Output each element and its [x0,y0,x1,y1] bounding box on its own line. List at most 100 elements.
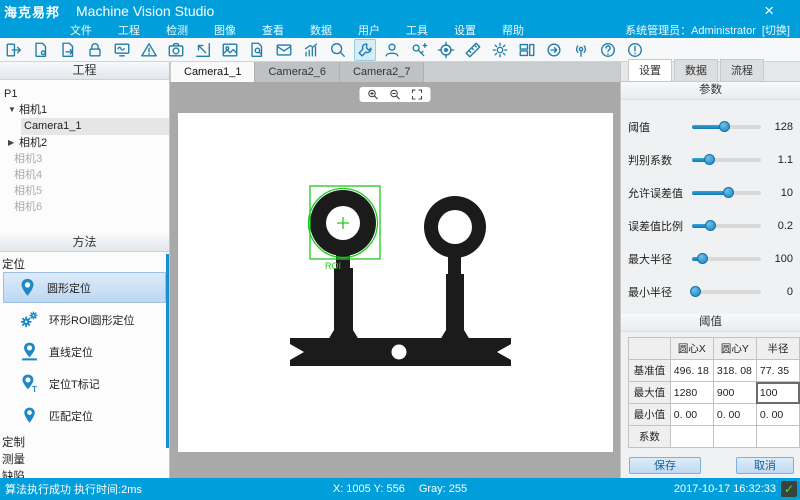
monitor-wave-icon[interactable] [111,39,133,61]
tree-item-camera1-1[interactable]: Camera1_1 [0,118,169,135]
lock-icon[interactable] [84,39,106,61]
method-ring-roi-circle-locate[interactable]: 环形ROI圆形定位 [3,304,166,335]
menu-file[interactable]: 文件 [70,22,92,38]
method-category-defect[interactable]: 缺陷 [0,466,169,478]
slider-thumb[interactable] [723,187,734,198]
exit-icon[interactable] [3,39,25,61]
cancel-button[interactable]: 取消 [736,457,794,474]
current-user-label: 系统管理员：Administrator [625,22,756,38]
doc-search-icon[interactable] [246,39,268,61]
tree-item-camera-group-2[interactable]: ▶相机2 [0,135,169,151]
menu-data[interactable]: 数据 [310,22,332,38]
menu-settings[interactable]: 设置 [454,22,476,38]
cell-min-r[interactable]: 0. 00 [756,404,799,426]
expand-arrow-icon[interactable]: ▼ [8,102,19,118]
tree-item-camera-group-1[interactable]: ▼相机1 [0,102,169,118]
max-radius-slider[interactable] [692,257,761,261]
search-icon[interactable] [327,39,349,61]
save-button[interactable]: 保存 [629,457,701,474]
method-match-locate[interactable]: 匹配定位 [3,400,166,431]
zoom-in-icon[interactable] [367,88,380,101]
slider-thumb[interactable] [704,154,715,165]
user-icon[interactable] [381,39,403,61]
cell-coeff-x[interactable] [670,426,713,448]
tab-settings[interactable]: 设置 [628,59,672,81]
tab-camera1-1[interactable]: Camera1_1 [171,62,255,82]
cell-base-r[interactable]: 77. 35 [756,360,799,382]
tree-item-camera-group-6[interactable]: 相机6 [0,199,169,215]
doc-export-icon[interactable] [57,39,79,61]
params-header: 参数 [621,82,800,100]
cell-coeff-y[interactable] [713,426,756,448]
gear-icon[interactable] [489,39,511,61]
cell-min-y[interactable]: 0. 00 [713,404,756,426]
cell-max-r[interactable]: 100 [756,382,799,404]
image-icon[interactable] [219,39,241,61]
alert-icon[interactable] [624,39,646,61]
error-ratio-slider[interactable] [692,224,761,228]
table-row-base: 基准值 496. 18 318. 08 77. 35 [629,360,800,382]
method-category-locate[interactable]: 定位 [0,254,169,271]
camera-icon[interactable] [165,39,187,61]
method-category-measure[interactable]: 测量 [0,449,169,466]
import-icon[interactable] [192,39,214,61]
slider-thumb[interactable] [697,253,708,264]
menu-tools[interactable]: 工具 [406,22,428,38]
cell-min-x[interactable]: 0. 00 [670,404,713,426]
panels-icon[interactable] [516,39,538,61]
tree-item-camera-group-3[interactable]: 相机3 [0,151,169,167]
min-radius-slider[interactable] [692,290,761,294]
tree-item-p1[interactable]: P1 [0,86,169,102]
broadcast-icon[interactable] [570,39,592,61]
cell-coeff-r[interactable] [756,426,799,448]
discriminant-slider[interactable] [692,158,761,162]
slider-thumb[interactable] [690,286,701,297]
menu-image[interactable]: 图像 [214,22,236,38]
method-locate-t-mark[interactable]: T定位T标记 [3,368,166,399]
wrench-icon[interactable] [354,39,376,61]
tab-camera2-6[interactable]: Camera2_6 [255,62,339,82]
fit-icon[interactable] [411,88,424,101]
tab-camera2-7[interactable]: Camera2_7 [340,62,424,82]
collapse-arrow-icon[interactable]: ▶ [8,135,19,151]
method-line-locate[interactable]: 直线定位 [3,336,166,367]
cell-base-x[interactable]: 496. 18 [670,360,713,382]
allowed-error-slider[interactable] [692,191,761,195]
slider-thumb[interactable] [705,220,716,231]
close-icon[interactable]: × [764,0,774,22]
zoom-out-icon[interactable] [389,88,402,101]
project-tree: P1 ▼相机1 Camera1_1 ▶相机2 相机3 相机4 相机5 相机6 [0,80,169,234]
threshold-slider[interactable] [692,125,761,129]
image-viewer[interactable]: ROI [170,82,620,478]
tree-item-camera-group-5[interactable]: 相机5 [0,183,169,199]
menu-user[interactable]: 用户 [358,22,380,38]
key-add-icon[interactable] [408,39,430,61]
switch-user-link[interactable]: [切换] [762,22,790,38]
camera-image[interactable]: ROI [178,113,613,452]
tab-data[interactable]: 数据 [674,59,718,81]
viewer-zoom-toolbar [360,87,431,102]
cell-base-y[interactable]: 318. 08 [713,360,756,382]
target-icon[interactable] [435,39,457,61]
warning-icon[interactable] [138,39,160,61]
col-radius: 半径 [756,338,799,360]
menu-inspect[interactable]: 检测 [166,22,188,38]
tab-flow[interactable]: 流程 [720,59,764,81]
menu-project[interactable]: 工程 [118,22,140,38]
menu-view[interactable]: 查看 [262,22,284,38]
methods-scrollbar[interactable] [166,254,169,448]
cell-max-y[interactable]: 900 [713,382,756,404]
cell-max-x[interactable]: 1280 [670,382,713,404]
ruler-icon[interactable] [462,39,484,61]
sync-icon[interactable] [543,39,565,61]
method-circle-locate[interactable]: 圆形定位 [3,272,166,303]
mail-icon[interactable] [273,39,295,61]
tree-item-camera-group-4[interactable]: 相机4 [0,167,169,183]
menu-help[interactable]: 帮助 [502,22,524,38]
settings-tab-bar: 设置 数据 流程 [621,62,800,82]
slider-thumb[interactable] [719,121,730,132]
chart-up-icon[interactable] [300,39,322,61]
help-icon[interactable] [597,39,619,61]
method-category-custom[interactable]: 定制 [0,432,169,449]
doc-settings-icon[interactable] [30,39,52,61]
